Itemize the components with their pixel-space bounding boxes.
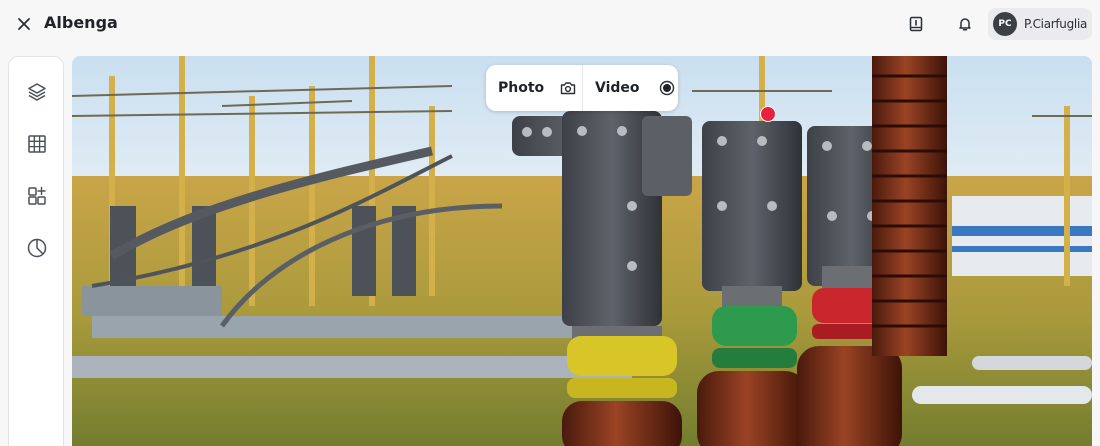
- bell-icon: [959, 18, 971, 31]
- user-menu[interactable]: PC P.Ciarfuglia: [988, 8, 1092, 40]
- camera-icon: [560, 82, 576, 95]
- sidebar-item-layers[interactable]: [24, 79, 50, 105]
- sidebar: [8, 56, 64, 446]
- table-icon: [28, 135, 46, 153]
- record-icon: [659, 80, 674, 96]
- avatar: PC: [993, 12, 1017, 36]
- video-label: Video: [595, 80, 640, 96]
- photo-label: Photo: [498, 80, 545, 96]
- capture-toolbar: Photo Video: [486, 65, 678, 111]
- clipboard-alert-icon: [909, 16, 923, 32]
- sidebar-item-analytics[interactable]: [24, 235, 50, 261]
- sidebar-item-widgets[interactable]: [24, 183, 50, 209]
- sidebar-item-table[interactable]: [24, 131, 50, 157]
- substation-photo: [72, 56, 1092, 446]
- page-title: Albenga: [44, 13, 118, 32]
- video-button[interactable]: Video: [583, 65, 678, 111]
- location-marker[interactable]: [760, 106, 776, 122]
- user-name: P.Ciarfuglia: [1024, 17, 1088, 31]
- widgets-add-icon: [28, 186, 46, 205]
- top-bar: Albenga PC P.Ciarfuglia: [0, 0, 1100, 48]
- layers-icon: [28, 83, 46, 101]
- close-button[interactable]: [14, 14, 34, 34]
- close-icon: [18, 18, 30, 30]
- photo-viewer[interactable]: [72, 56, 1092, 446]
- photo-button[interactable]: Photo: [486, 65, 583, 111]
- report-button[interactable]: [906, 14, 926, 34]
- notifications-button[interactable]: [955, 14, 975, 34]
- pie-chart-icon: [27, 238, 47, 258]
